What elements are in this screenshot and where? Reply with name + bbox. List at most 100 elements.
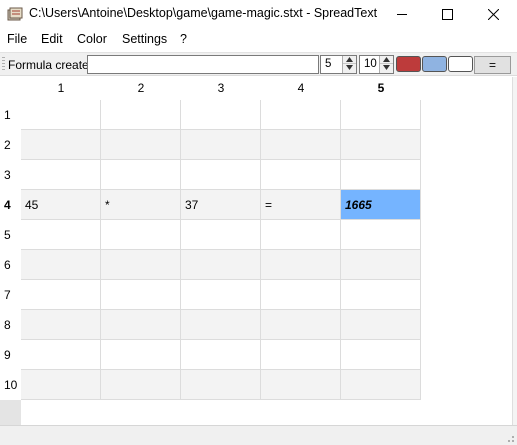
menu-color[interactable]: Color [77, 32, 107, 46]
cell-r2-c4[interactable] [261, 130, 341, 160]
column-decrement-button[interactable] [343, 64, 356, 72]
menu-settings[interactable]: Settings [122, 32, 167, 46]
resize-grip-icon[interactable] [503, 431, 515, 443]
row-header-10[interactable]: 10 [0, 370, 21, 400]
cell-r10-c1[interactable] [21, 370, 101, 400]
cell-r4-c1[interactable]: 45 [21, 190, 101, 220]
maximize-button[interactable] [424, 0, 470, 28]
cell-r10-c4[interactable] [261, 370, 341, 400]
cell-r8-c4[interactable] [261, 310, 341, 340]
cell-r9-c1[interactable] [21, 340, 101, 370]
column-header-4[interactable]: 4 [261, 77, 341, 100]
cell-r7-c2[interactable] [101, 280, 181, 310]
row-header-6[interactable]: 6 [0, 250, 21, 280]
cell-r3-c1[interactable] [21, 160, 101, 190]
swatch-white[interactable] [448, 56, 473, 72]
swatch-blue[interactable] [422, 56, 447, 72]
row-header-3[interactable]: 3 [0, 160, 21, 190]
row-decrement-button[interactable] [380, 64, 393, 72]
cell-r7-c5[interactable] [341, 280, 421, 310]
menu-file[interactable]: File [7, 32, 27, 46]
status-bar [0, 425, 517, 445]
column-spinner [342, 56, 356, 73]
minimize-button[interactable] [379, 0, 425, 28]
cell-r4-c2[interactable]: * [101, 190, 181, 220]
cell-r3-c4[interactable] [261, 160, 341, 190]
menu-bar: File Edit Color Settings ? [0, 30, 517, 50]
column-header-1[interactable]: 1 [21, 77, 101, 100]
cell-r9-c2[interactable] [101, 340, 181, 370]
cell-r8-c2[interactable] [101, 310, 181, 340]
cell-r10-c3[interactable] [181, 370, 261, 400]
cell-r7-c4[interactable] [261, 280, 341, 310]
cell-r8-c1[interactable] [21, 310, 101, 340]
row-header-7[interactable]: 7 [0, 280, 21, 310]
cell-r5-c4[interactable] [261, 220, 341, 250]
equals-button[interactable]: = [474, 56, 511, 74]
close-button[interactable] [470, 0, 516, 28]
menu-help[interactable]: ? [180, 32, 187, 46]
cell-r2-c1[interactable] [21, 130, 101, 160]
cell-r6-c3[interactable] [181, 250, 261, 280]
toolbar-grip[interactable] [2, 57, 5, 72]
arrow-up-icon [383, 57, 390, 62]
cell-r4-c5[interactable]: 1665 [341, 190, 421, 220]
cell-r6-c2[interactable] [101, 250, 181, 280]
cell-r6-c1[interactable] [21, 250, 101, 280]
title-bar: C:\Users\Antoine\Desktop\game\game-magic… [0, 0, 517, 28]
cell-r1-c2[interactable] [101, 100, 181, 130]
cell-r1-c4[interactable] [261, 100, 341, 130]
status-label: Formula created [8, 58, 96, 72]
cell-r7-c1[interactable] [21, 280, 101, 310]
cell-r2-c5[interactable] [341, 130, 421, 160]
cell-r2-c2[interactable] [101, 130, 181, 160]
cell-r5-c1[interactable] [21, 220, 101, 250]
column-spinbox[interactable]: 5 [320, 55, 357, 74]
cell-r7-c3[interactable] [181, 280, 261, 310]
column-spinbox-value: 5 [325, 58, 332, 70]
cell-r8-c5[interactable] [341, 310, 421, 340]
cell-r1-c1[interactable] [21, 100, 101, 130]
row-spinbox[interactable]: 10 [359, 55, 394, 74]
arrow-down-icon [346, 65, 353, 70]
column-increment-button[interactable] [343, 56, 356, 64]
row-header-9[interactable]: 9 [0, 340, 21, 370]
swatch-red[interactable] [396, 56, 421, 72]
cell-r10-c2[interactable] [101, 370, 181, 400]
row-header-2[interactable]: 2 [0, 130, 21, 160]
column-header-3[interactable]: 3 [181, 77, 261, 100]
cell-r1-c3[interactable] [181, 100, 261, 130]
column-header-5[interactable]: 5 [341, 77, 421, 100]
row-header-8[interactable]: 8 [0, 310, 21, 340]
cell-r6-c4[interactable] [261, 250, 341, 280]
cell-r5-c5[interactable] [341, 220, 421, 250]
cell-r8-c3[interactable] [181, 310, 261, 340]
cell-r3-c3[interactable] [181, 160, 261, 190]
cell-r1-c5[interactable] [341, 100, 421, 130]
row-increment-button[interactable] [380, 56, 393, 64]
row-header-5[interactable]: 5 [0, 220, 21, 250]
column-header-2[interactable]: 2 [101, 77, 181, 100]
row-spinner [379, 56, 393, 73]
cell-r9-c4[interactable] [261, 340, 341, 370]
formula-input[interactable] [87, 55, 319, 74]
cell-r2-c3[interactable] [181, 130, 261, 160]
cell-r4-c3[interactable]: 37 [181, 190, 261, 220]
menu-edit[interactable]: Edit [41, 32, 63, 46]
cell-r5-c3[interactable] [181, 220, 261, 250]
grid-corner [0, 77, 21, 100]
cell-r10-c5[interactable] [341, 370, 421, 400]
arrow-down-icon [383, 65, 390, 70]
cell-r6-c5[interactable] [341, 250, 421, 280]
vertical-scrollbar[interactable] [512, 77, 517, 425]
cell-r4-c4[interactable]: = [261, 190, 341, 220]
cell-r9-c5[interactable] [341, 340, 421, 370]
row-header-1[interactable]: 1 [0, 100, 21, 130]
row-header-4[interactable]: 4 [0, 190, 21, 220]
cell-r3-c2[interactable] [101, 160, 181, 190]
cell-r5-c2[interactable] [101, 220, 181, 250]
cell-r9-c3[interactable] [181, 340, 261, 370]
cell-r3-c5[interactable] [341, 160, 421, 190]
arrow-up-icon [346, 57, 353, 62]
equals-label: = [488, 58, 496, 72]
